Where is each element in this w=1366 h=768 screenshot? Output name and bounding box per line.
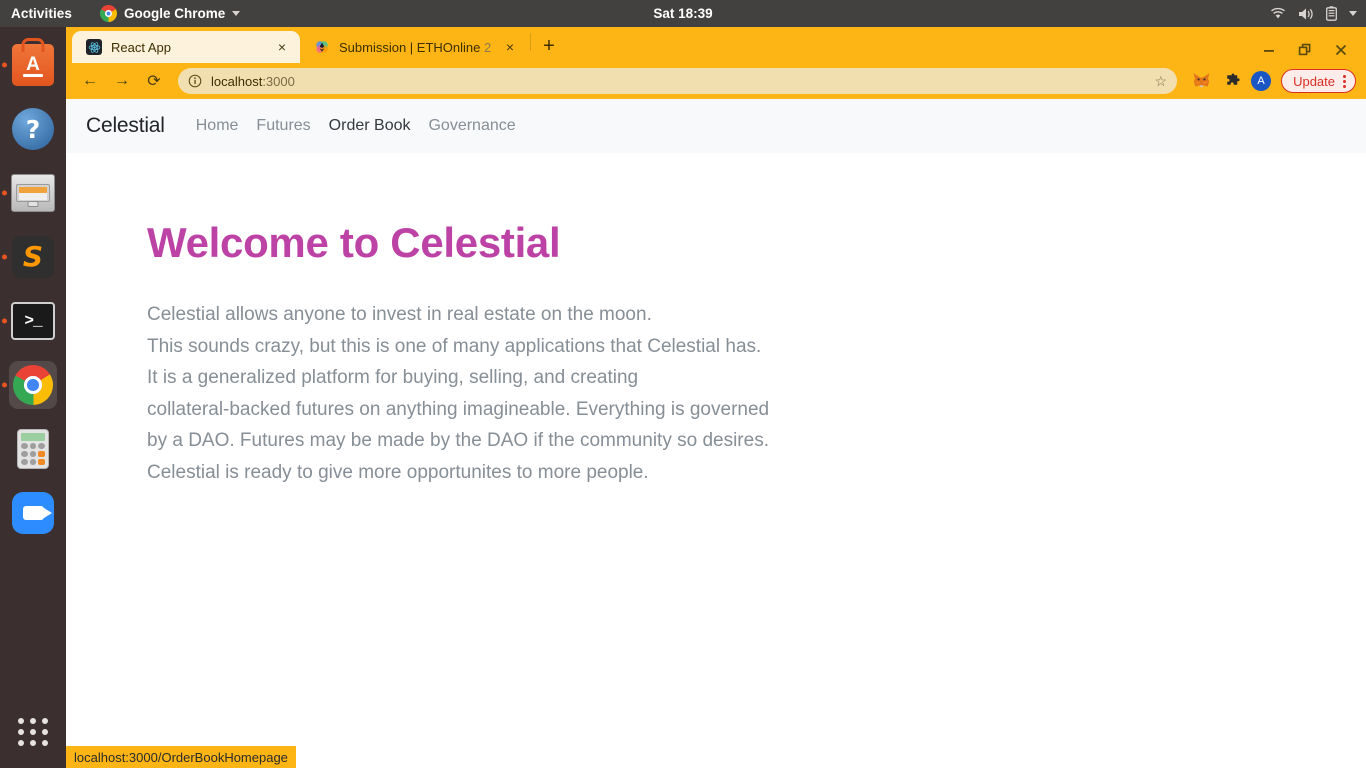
dock-item-google-chrome[interactable]	[0, 353, 66, 417]
react-icon	[86, 39, 102, 55]
tab-title: Submission | ETHOnline 2	[339, 40, 493, 55]
browser-toolbar: ← → ⟳ localhost:3000 ☆ A Update	[66, 63, 1366, 99]
tab-close-icon[interactable]: ×	[502, 39, 518, 55]
kebab-menu-icon[interactable]	[1343, 74, 1346, 88]
page-content: Welcome to Celestial Celestial allows an…	[66, 153, 1366, 488]
intro-paragraph: Celestial allows anyone to invest in rea…	[147, 299, 1366, 488]
sublime-text-icon: S	[9, 233, 57, 281]
reload-button[interactable]: ⟳	[140, 67, 168, 95]
tab-strip: React App × Submission | ETHOnline 2 × +	[66, 27, 1366, 63]
close-button[interactable]	[1334, 43, 1348, 59]
chevron-down-icon	[232, 11, 241, 16]
dock-item-ubuntu-software[interactable]: A	[0, 33, 66, 97]
new-tab-button[interactable]: +	[535, 32, 563, 60]
site-navbar: Celestial Home Futures Order Book Govern…	[66, 99, 1366, 153]
calculator-icon	[9, 425, 57, 473]
app-menu-label: Google Chrome	[124, 6, 226, 21]
chrome-icon	[9, 361, 57, 409]
puzzle-icon[interactable]	[1219, 67, 1247, 95]
tab-react-app[interactable]: React App ×	[72, 31, 300, 63]
zoom-icon	[9, 489, 57, 537]
gnome-top-bar: Activities Google Chrome Sat 18:39	[0, 0, 1366, 27]
dock-item-sublime-text[interactable]: S	[0, 225, 66, 289]
dock-item-help[interactable]: ?	[0, 97, 66, 161]
minimize-button[interactable]	[1262, 43, 1276, 59]
ubuntu-dock: A ? S >_	[0, 27, 66, 768]
url-host: localhost	[211, 73, 263, 89]
activities-button[interactable]: Activities	[11, 6, 72, 21]
forward-button[interactable]: →	[108, 67, 136, 95]
tab-title: React App	[111, 39, 171, 55]
dock-item-calculator[interactable]	[0, 417, 66, 481]
wifi-icon	[1271, 7, 1285, 19]
window-controls	[1262, 43, 1366, 59]
battery-icon	[1326, 6, 1337, 21]
paragraph-line: This sounds crazy, but this is one of ma…	[147, 335, 762, 357]
maximize-restore-button[interactable]	[1298, 43, 1312, 59]
ethglobal-icon	[314, 39, 330, 55]
terminal-icon: >_	[9, 297, 57, 345]
app-menu-chrome[interactable]: Google Chrome	[100, 5, 241, 22]
paragraph-line: by a DAO. Futures may be made by the DAO…	[147, 430, 769, 451]
address-bar[interactable]: localhost:3000 ☆	[178, 68, 1178, 94]
paragraph-line: Celestial allows anyone to invest in rea…	[147, 304, 652, 325]
update-button[interactable]: Update	[1281, 69, 1356, 93]
nav-link-governance[interactable]: Governance	[419, 117, 524, 135]
show-applications-icon	[17, 718, 49, 746]
paragraph-line: collateral-backed futures on anything im…	[147, 398, 770, 420]
metamask-fox-icon[interactable]	[1187, 67, 1215, 95]
paragraph-line: It is a generalized platform for buying,…	[147, 367, 639, 388]
system-tray[interactable]	[1270, 6, 1357, 21]
dock-item-files[interactable]	[0, 161, 66, 225]
help-icon: ?	[9, 105, 57, 153]
site-brand[interactable]: Celestial	[86, 114, 165, 138]
dock-item-zoom[interactable]	[0, 481, 66, 545]
page-viewport: Celestial Home Futures Order Book Govern…	[66, 99, 1366, 768]
tab-submission-ethonline[interactable]: Submission | ETHOnline 2 ×	[300, 31, 528, 63]
show-applications-button[interactable]	[0, 702, 66, 762]
tab-title-overflow: 2	[484, 39, 492, 55]
url-port: :3000	[262, 73, 295, 89]
ubuntu-software-icon: A	[9, 41, 57, 89]
chrome-window: React App × Submission | ETHOnline 2 × +	[66, 27, 1366, 768]
update-button-label: Update	[1293, 73, 1335, 89]
back-button[interactable]: ←	[76, 67, 104, 95]
tab-separator	[530, 33, 531, 51]
bookmark-star-icon[interactable]: ☆	[1155, 73, 1168, 90]
nav-link-order-book[interactable]: Order Book	[320, 117, 420, 135]
dock-item-terminal[interactable]: >_	[0, 289, 66, 353]
system-menu-chevron-icon[interactable]	[1349, 11, 1357, 16]
tab-title-main: Submission | ETHOnline	[339, 39, 484, 55]
volume-icon	[1299, 8, 1313, 19]
page-title: Welcome to Celestial	[147, 219, 561, 266]
chrome-icon	[100, 5, 118, 22]
files-icon	[9, 169, 57, 217]
paragraph-line: Celestial is ready to give more opportun…	[147, 461, 649, 483]
info-icon[interactable]	[188, 74, 202, 88]
status-bar: localhost:3000/OrderBookHomepage	[66, 746, 296, 768]
url-text: localhost:3000	[211, 74, 295, 89]
nav-link-home[interactable]: Home	[187, 117, 248, 135]
nav-link-futures[interactable]: Futures	[247, 117, 319, 135]
tab-close-icon[interactable]: ×	[274, 39, 290, 55]
profile-avatar[interactable]: A	[1251, 71, 1272, 91]
